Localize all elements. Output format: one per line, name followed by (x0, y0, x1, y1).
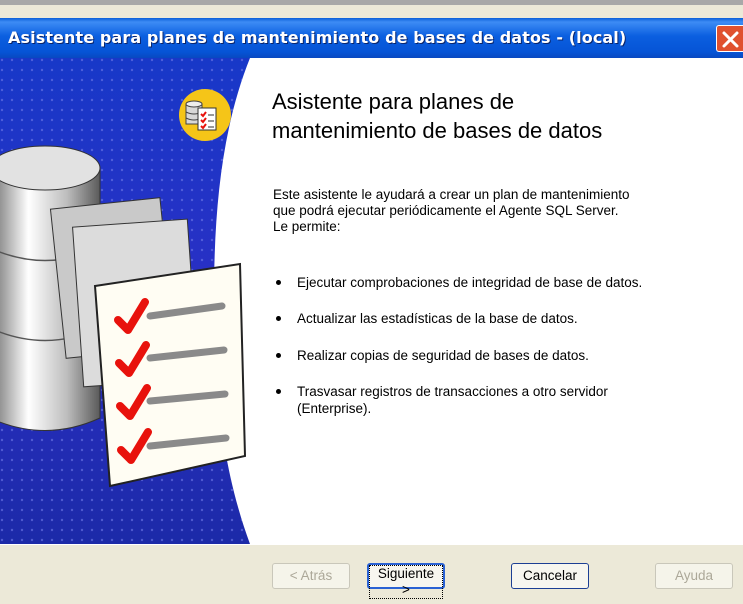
wizard-content: Asistente para planes de mantenimiento d… (0, 58, 743, 544)
list-item-text: Ejecutar comprobaciones de integridad de… (297, 275, 643, 290)
next-button-label: Siguiente > (369, 565, 443, 599)
list-item-text-cont: (Enterprise). (297, 401, 372, 416)
intro-line-2: que podrá ejecutar periódicamente el Age… (273, 203, 619, 218)
list-item-text: Actualizar las estadísticas de la base d… (297, 311, 578, 326)
heading-line-1: Asistente para planes de (272, 89, 515, 114)
intro-text: Este asistente le ayudará a crear un pla… (273, 187, 733, 235)
next-button[interactable]: Siguiente > (367, 563, 445, 599)
window-title: Asistente para planes de mantenimiento d… (8, 28, 627, 47)
help-button[interactable]: Ayuda (655, 563, 733, 589)
back-button-label: < Atrás (289, 568, 333, 583)
cancel-button-label: Cancelar (522, 568, 578, 583)
wizard-heading: Asistente para planes de mantenimiento d… (272, 87, 602, 145)
close-icon (722, 31, 739, 48)
back-button[interactable]: < Atrás (272, 563, 350, 589)
database-checklist-icon (179, 89, 231, 141)
intro-line-1: Este asistente le ayudará a crear un pla… (273, 187, 630, 202)
intro-line-3: Le permite: (273, 219, 341, 234)
button-bar: < Atrás Siguiente > Cancelar Ayuda (0, 544, 743, 604)
bullet-icon (276, 280, 281, 285)
bullet-icon (276, 389, 281, 394)
list-item-text: Trasvasar registros de transacciones a o… (297, 384, 608, 399)
title-bar[interactable]: Asistente para planes de mantenimiento d… (0, 18, 743, 58)
heading-line-2: mantenimiento de bases de datos (272, 118, 603, 143)
help-button-label: Ayuda (674, 568, 714, 583)
list-item-text: Realizar copias de seguridad de bases de… (297, 348, 589, 363)
bullet-icon (276, 353, 281, 358)
bullet-icon (276, 316, 281, 321)
cancel-button[interactable]: Cancelar (511, 563, 589, 589)
wizard-window: Asistente para planes de mantenimiento d… (0, 5, 743, 604)
checklist-illustration (93, 262, 247, 488)
close-button[interactable] (716, 25, 743, 52)
